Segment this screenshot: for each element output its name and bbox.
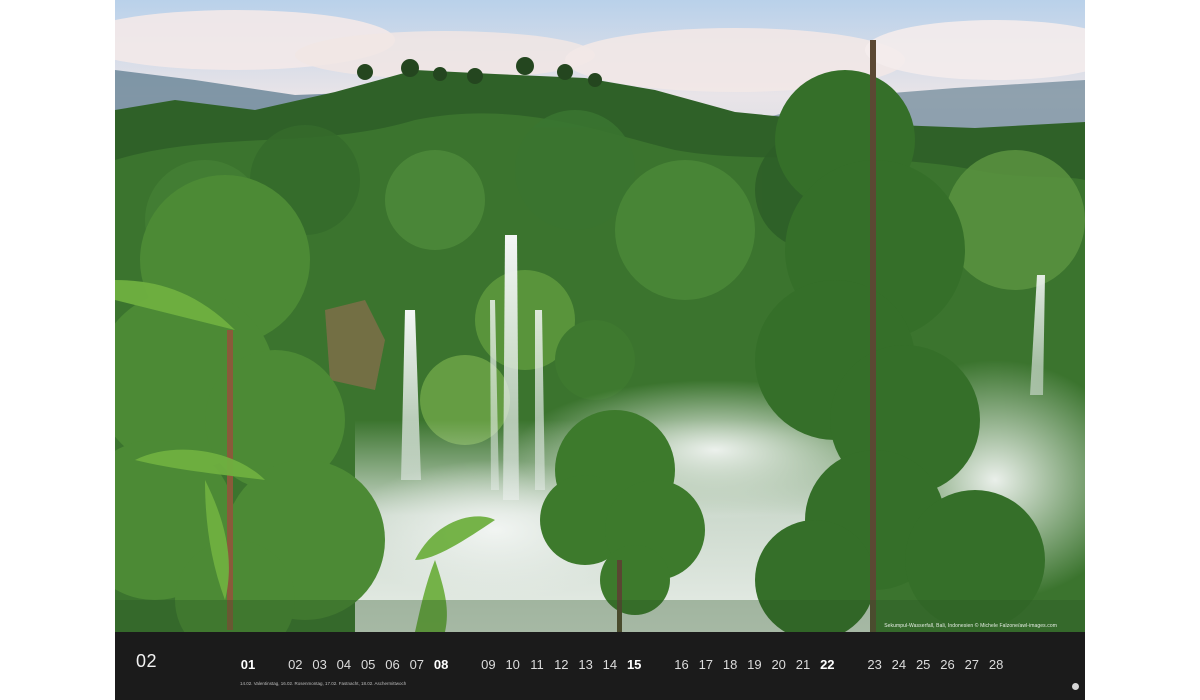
day-28: 28: [988, 657, 1004, 672]
day-09: 09: [481, 657, 496, 672]
day-03: 03: [312, 657, 327, 672]
day-24: 24: [891, 657, 907, 672]
day-20: 20: [771, 657, 786, 672]
day-27: 27: [964, 657, 980, 672]
waterfall-photo: Sekumpul-Wasserfall, Bali, Indonesien © …: [115, 0, 1085, 632]
day-07: 07: [409, 657, 425, 672]
day-26: 26: [940, 657, 955, 672]
day-04: 04: [336, 657, 352, 672]
day-01: 01: [240, 657, 256, 672]
day-17: 17: [698, 657, 714, 672]
day-21: 21: [795, 657, 811, 672]
day-08: 08: [433, 657, 449, 672]
day-11: 11: [530, 657, 544, 672]
day-22: 22: [820, 657, 835, 672]
holiday-notes: 14.02. Valentinstag, 16.02. Rosenmontag,…: [240, 681, 407, 686]
day-14: 14: [602, 657, 618, 672]
day-row: 01 02 03 04 05 06 07 08 09 10 11 12 13 14 15 16 17 18 19 20…: [115, 657, 1085, 677]
day-02: 02: [288, 657, 303, 672]
day-16: 16: [674, 657, 689, 672]
calendar-strip: 02 01 02 03 04 05 06 07 08 09 10 11 12 13 14 15 16 17 18 1…: [115, 632, 1085, 700]
day-25: 25: [915, 657, 931, 672]
day-15: 15: [626, 657, 642, 672]
photo-credit: Sekumpul-Wasserfall, Bali, Indonesien © …: [884, 623, 1057, 629]
jungle-waterfall-illustration: [115, 0, 1085, 632]
day-23: 23: [867, 657, 882, 672]
day-13: 13: [578, 657, 593, 672]
day-12: 12: [554, 657, 569, 672]
page-marker-dot: [1072, 683, 1079, 690]
day-05: 05: [360, 657, 376, 672]
day-06: 06: [385, 657, 400, 672]
day-10: 10: [505, 657, 520, 672]
calendar-page: Sekumpul-Wasserfall, Bali, Indonesien © …: [115, 0, 1085, 700]
day-18: 18: [722, 657, 738, 672]
day-19: 19: [747, 657, 762, 672]
